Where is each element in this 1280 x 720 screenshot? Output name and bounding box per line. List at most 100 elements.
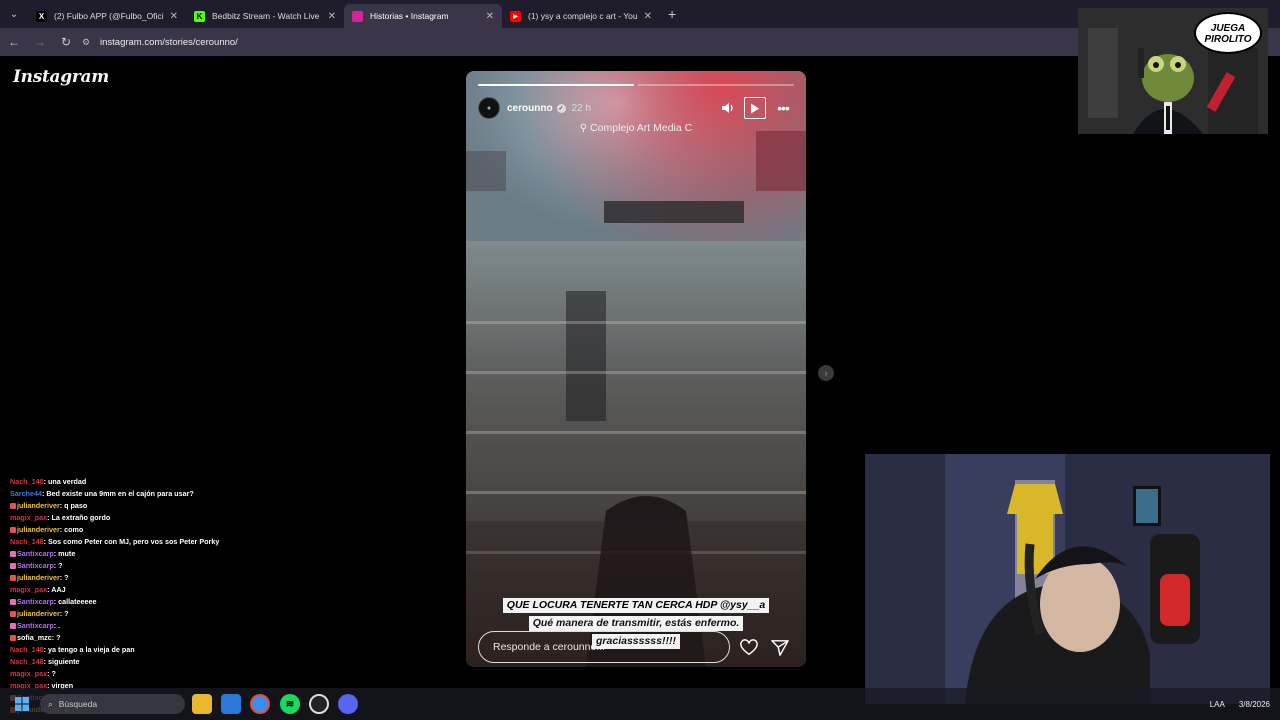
close-tab-icon[interactable]: ✕ — [170, 11, 178, 22]
chrome-icon[interactable] — [250, 694, 270, 714]
store-icon[interactable] — [221, 694, 241, 714]
chat-username[interactable]: julianderiver — [17, 501, 60, 510]
story-header: ● cerounno ✓ 22 h ••• — [478, 97, 794, 119]
chat-username[interactable]: magix_pax — [10, 585, 47, 594]
story-progress — [478, 84, 794, 86]
obs-icon[interactable] — [309, 694, 329, 714]
chat-badge-icon — [10, 527, 16, 534]
chat-message: Nach_148: siguiente — [10, 656, 310, 668]
avatar[interactable]: ● — [478, 97, 500, 119]
taskbar-search[interactable]: ⌕ Búsqueda — [40, 694, 185, 714]
reply-input[interactable]: Responde a cerounno... — [478, 631, 730, 663]
chat-username[interactable]: julianderiver — [17, 609, 60, 618]
stream-chat: Nach_148: una verdad Sarche44: Bed existe… — [10, 476, 310, 716]
taskbar: ⌕ Búsqueda ≋ LAA 3/8/2026 — [0, 688, 1280, 720]
chat-text: : callateeeee — [53, 597, 97, 606]
story-username[interactable]: cerounno — [507, 103, 553, 114]
chat-text: : mute — [53, 549, 76, 558]
chat-badge-icon — [10, 611, 16, 618]
new-tab-button[interactable]: + — [668, 6, 676, 22]
chat-username[interactable]: Nach_148 — [10, 657, 44, 666]
chat-username[interactable]: julianderiver — [17, 525, 60, 534]
next-story-chevron-icon[interactable]: › — [818, 365, 834, 381]
chat-message: Sarche44: Bed existe una 9mm en el cajón… — [10, 488, 310, 500]
chat-text: : ya tengo a la vieja de pan — [43, 645, 135, 654]
close-tab-icon[interactable]: ✕ — [328, 11, 336, 22]
chat-message: Santixcarp: ? — [10, 560, 310, 572]
progress-segment — [638, 84, 794, 86]
spotify-icon[interactable]: ≋ — [280, 694, 300, 714]
search-icon: ⌕ — [48, 698, 53, 709]
chat-message: julianderiver: q paso — [10, 500, 310, 512]
chat-text: : Sos como Peter con MJ, pero vos sos Pe… — [43, 537, 220, 546]
browser-tab[interactable]: K Bedbitz Stream - Watch Live on ✕ — [186, 4, 344, 28]
tab-title: Historias • Instagram — [370, 11, 449, 21]
browser-tab[interactable]: Historias • Instagram ✕ — [344, 4, 502, 28]
chat-badge-icon — [10, 623, 16, 630]
browser-tab[interactable]: X (2) Fulbo APP (@Fulbo_Oficial) ✕ — [28, 4, 186, 28]
instagram-icon — [352, 10, 363, 22]
chat-text: : como — [59, 525, 84, 534]
close-tab-icon[interactable]: ✕ — [486, 11, 494, 22]
chat-username[interactable]: sofia_mzc — [17, 633, 52, 642]
chat-message: Nach_148: una verdad — [10, 476, 310, 488]
chat-text: : q paso — [59, 501, 88, 510]
chat-username[interactable]: Nach_148 — [10, 645, 44, 654]
tray-date[interactable]: 3/8/2026 — [1239, 700, 1270, 709]
send-icon[interactable] — [771, 639, 789, 657]
chat-username[interactable]: Santixcarp — [17, 621, 54, 630]
close-tab-icon[interactable]: ✕ — [644, 11, 652, 22]
tab-title: (2) Fulbo APP (@Fulbo_Oficial) — [54, 11, 164, 21]
tab-title: (1) ysy a complejo c art - YouTu — [528, 11, 638, 21]
reload-icon[interactable]: ↻ — [54, 30, 78, 54]
x-logo-icon: X — [36, 10, 47, 22]
more-options-icon[interactable]: ••• — [772, 97, 794, 119]
discord-icon[interactable] — [338, 694, 358, 714]
youtube-icon: ▶ — [510, 10, 521, 22]
chat-username[interactable]: Santixcarp — [17, 561, 54, 570]
chat-username[interactable]: Sarche44 — [10, 489, 42, 498]
location-pin-icon: ⚲ — [579, 123, 588, 134]
chat-username[interactable]: Santixcarp — [17, 597, 54, 606]
windows-start-icon[interactable] — [12, 694, 32, 714]
tab-list-chevron-icon[interactable]: ⌄ — [0, 0, 28, 28]
chat-badge-icon — [10, 503, 16, 510]
chat-message: magix_pax: La extraño gordo — [10, 512, 310, 524]
forward-arrow-icon[interactable]: → — [28, 30, 52, 54]
x-logo-icon: K — [194, 10, 205, 22]
chat-text: : ? — [53, 561, 63, 570]
chat-username[interactable]: Nach_148 — [10, 537, 44, 546]
story-viewer[interactable]: ● cerounno ✓ 22 h ••• ⚲ Complejo Art Medi… — [466, 71, 806, 667]
story-location[interactable]: ⚲ Complejo Art Media C — [466, 122, 806, 134]
chat-username[interactable]: magix_pax — [10, 669, 47, 678]
file-explorer-icon[interactable] — [192, 694, 212, 714]
caption-line: QUE LOCURA TENERTE TAN CERCA HDP @ysy__a — [502, 598, 770, 613]
chat-text: : La extraño gordo — [47, 513, 111, 522]
browser-tab[interactable]: ▶ (1) ysy a complejo c art - YouTu ✕ — [502, 4, 660, 28]
chat-badge-icon — [10, 599, 16, 606]
volume-icon[interactable] — [716, 97, 738, 119]
instagram-logo[interactable]: Instagram — [13, 67, 109, 87]
play-icon[interactable] — [744, 97, 766, 119]
url-field[interactable]: ⚙ instagram.com/stories/cerounno/ — [82, 37, 238, 48]
chat-message: Nach_148: Sos como Peter con MJ, pero vo… — [10, 536, 310, 548]
url-text: instagram.com/stories/cerounno/ — [100, 36, 238, 48]
chat-username[interactable]: julianderiver — [17, 573, 60, 582]
concert-crowd-image — [466, 71, 806, 667]
tray-language[interactable]: LAA — [1210, 700, 1225, 709]
site-info-icon[interactable]: ⚙ — [82, 37, 96, 48]
chat-badge-icon — [10, 563, 16, 570]
back-arrow-icon[interactable]: ← — [2, 30, 26, 54]
chat-message: julianderiver: ? — [10, 608, 310, 620]
chat-badge-icon — [10, 575, 16, 582]
chat-badge-icon — [10, 635, 16, 642]
chat-text: : . — [53, 621, 61, 630]
chat-username[interactable]: Nach_148 — [10, 477, 44, 486]
chat-text: : ? — [51, 633, 61, 642]
heart-icon[interactable] — [740, 639, 758, 657]
system-tray: LAA 3/8/2026 — [1210, 688, 1270, 720]
chat-username[interactable]: Santixcarp — [17, 549, 54, 558]
streamer-webcam — [865, 454, 1270, 704]
chat-username[interactable]: magix_pax — [10, 513, 47, 522]
chat-message: julianderiver: ? — [10, 572, 310, 584]
